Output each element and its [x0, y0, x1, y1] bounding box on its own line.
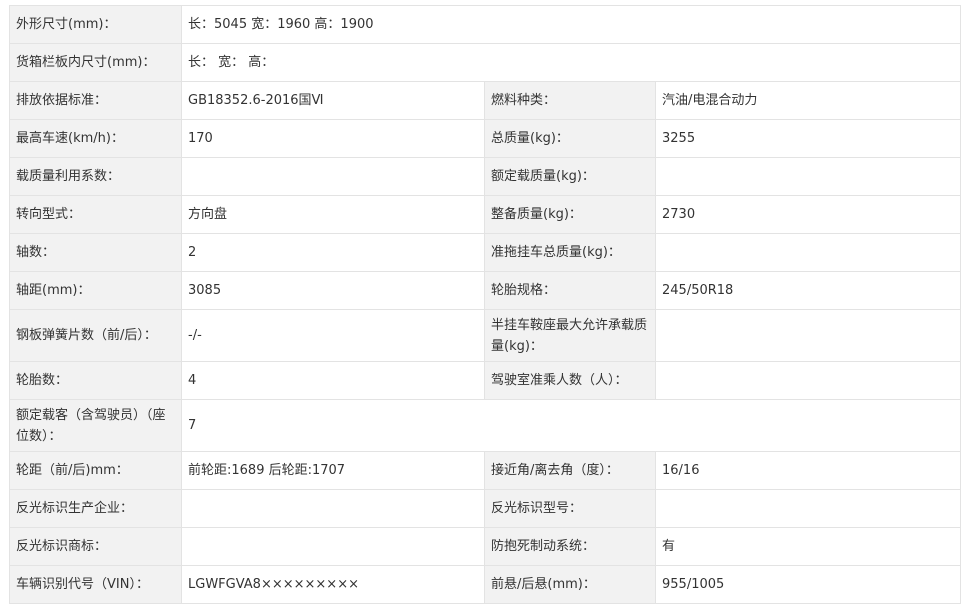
table-row: 轴数： 2 准拖挂车总质量(kg)： [9, 233, 962, 272]
spec-value: 长： 宽： 高： [180, 43, 962, 82]
spec-label: 最高车速(km/h)： [9, 119, 182, 158]
spec-value [181, 157, 485, 196]
table-row: 轮距（前/后)mm： 前轮距:1689 后轮距:1707 接近角/离去角（度）：… [9, 451, 962, 490]
spec-label: 防抱死制动系统： [484, 527, 656, 566]
spec-value [654, 489, 962, 528]
spec-label: 反光标识型号： [484, 489, 656, 528]
spec-label: 轴数： [9, 233, 182, 272]
spec-value: LGWFGVA8××××××××× [181, 565, 485, 604]
table-row: 外形尺寸(mm)： 长：5045 宽：1960 高：1900 [9, 5, 962, 44]
table-row: 钢板弹簧片数（前/后）： -/- 半挂车鞍座最大允许承载质量(kg)： [9, 309, 962, 362]
spec-value [654, 361, 962, 400]
spec-value: 4 [181, 361, 485, 400]
table-row: 转向型式： 方向盘 整备质量(kg)： 2730 [9, 195, 962, 234]
spec-value: 16/16 [654, 451, 962, 490]
spec-value: 前轮距:1689 后轮距:1707 [181, 451, 485, 490]
spec-value: 2 [181, 233, 485, 272]
spec-label: 轴距(mm)： [9, 271, 182, 310]
spec-label: 接近角/离去角（度）： [484, 451, 656, 490]
spec-value: 3085 [181, 271, 485, 310]
spec-value: 有 [654, 527, 962, 566]
spec-label: 载质量利用系数： [9, 157, 182, 196]
spec-value [181, 527, 485, 566]
table-row: 车辆识别代号（VIN）： LGWFGVA8××××××××× 前悬/后悬(mm)… [9, 565, 962, 604]
spec-label: 额定载质量(kg)： [484, 157, 656, 196]
spec-label: 半挂车鞍座最大允许承载质量(kg)： [484, 309, 656, 362]
spec-label: 轮胎规格： [484, 271, 656, 310]
spec-label: 车辆识别代号（VIN）： [9, 565, 182, 604]
spec-value [654, 233, 962, 272]
spec-value: 长：5045 宽：1960 高：1900 [180, 5, 962, 44]
spec-label: 整备质量(kg)： [484, 195, 656, 234]
spec-label: 反光标识商标： [9, 527, 182, 566]
table-row: 排放依据标准： GB18352.6-2016国Ⅵ 燃料种类： 汽油/电混合动力 [9, 81, 962, 120]
spec-value: 3255 [654, 119, 962, 158]
spec-value [654, 309, 962, 362]
spec-value: 方向盘 [181, 195, 485, 234]
spec-value: -/- [181, 309, 485, 362]
spec-value: 955/1005 [654, 565, 962, 604]
table-row: 载质量利用系数： 额定载质量(kg)： [9, 157, 962, 196]
spec-label: 货箱栏板内尺寸(mm)： [9, 43, 182, 82]
table-row: 最高车速(km/h)： 170 总质量(kg)： 3255 [9, 119, 962, 158]
spec-value: 2730 [654, 195, 962, 234]
vehicle-spec-table: 外形尺寸(mm)： 长：5045 宽：1960 高：1900 货箱栏板内尺寸(m… [9, 5, 962, 604]
spec-value [654, 157, 962, 196]
table-row: 货箱栏板内尺寸(mm)： 长： 宽： 高： [9, 43, 962, 82]
table-row: 轮胎数： 4 驾驶室准乘人数（人）： [9, 361, 962, 400]
spec-label: 准拖挂车总质量(kg)： [484, 233, 656, 272]
spec-label: 总质量(kg)： [484, 119, 656, 158]
spec-label: 排放依据标准： [9, 81, 182, 120]
spec-label: 前悬/后悬(mm)： [484, 565, 656, 604]
spec-label: 反光标识生产企业： [9, 489, 182, 528]
spec-value: 汽油/电混合动力 [654, 81, 962, 120]
spec-label: 燃料种类： [484, 81, 656, 120]
spec-label: 轮胎数： [9, 361, 182, 400]
spec-label: 钢板弹簧片数（前/后）： [9, 309, 182, 362]
spec-label: 转向型式： [9, 195, 182, 234]
table-row: 额定载客（含驾驶员）（座位数）： 7 [9, 399, 962, 452]
spec-label: 驾驶室准乘人数（人）： [484, 361, 656, 400]
spec-label: 外形尺寸(mm)： [9, 5, 182, 44]
table-row: 反光标识生产企业： 反光标识型号： [9, 489, 962, 528]
spec-value: GB18352.6-2016国Ⅵ [181, 81, 485, 120]
spec-value: 7 [180, 399, 962, 452]
table-row: 轴距(mm)： 3085 轮胎规格： 245/50R18 [9, 271, 962, 310]
table-row: 反光标识商标： 防抱死制动系统： 有 [9, 527, 962, 566]
spec-value [181, 489, 485, 528]
spec-value: 170 [181, 119, 485, 158]
spec-label: 额定载客（含驾驶员）（座位数）： [9, 399, 182, 452]
spec-value: 245/50R18 [654, 271, 962, 310]
spec-label: 轮距（前/后)mm： [9, 451, 182, 490]
